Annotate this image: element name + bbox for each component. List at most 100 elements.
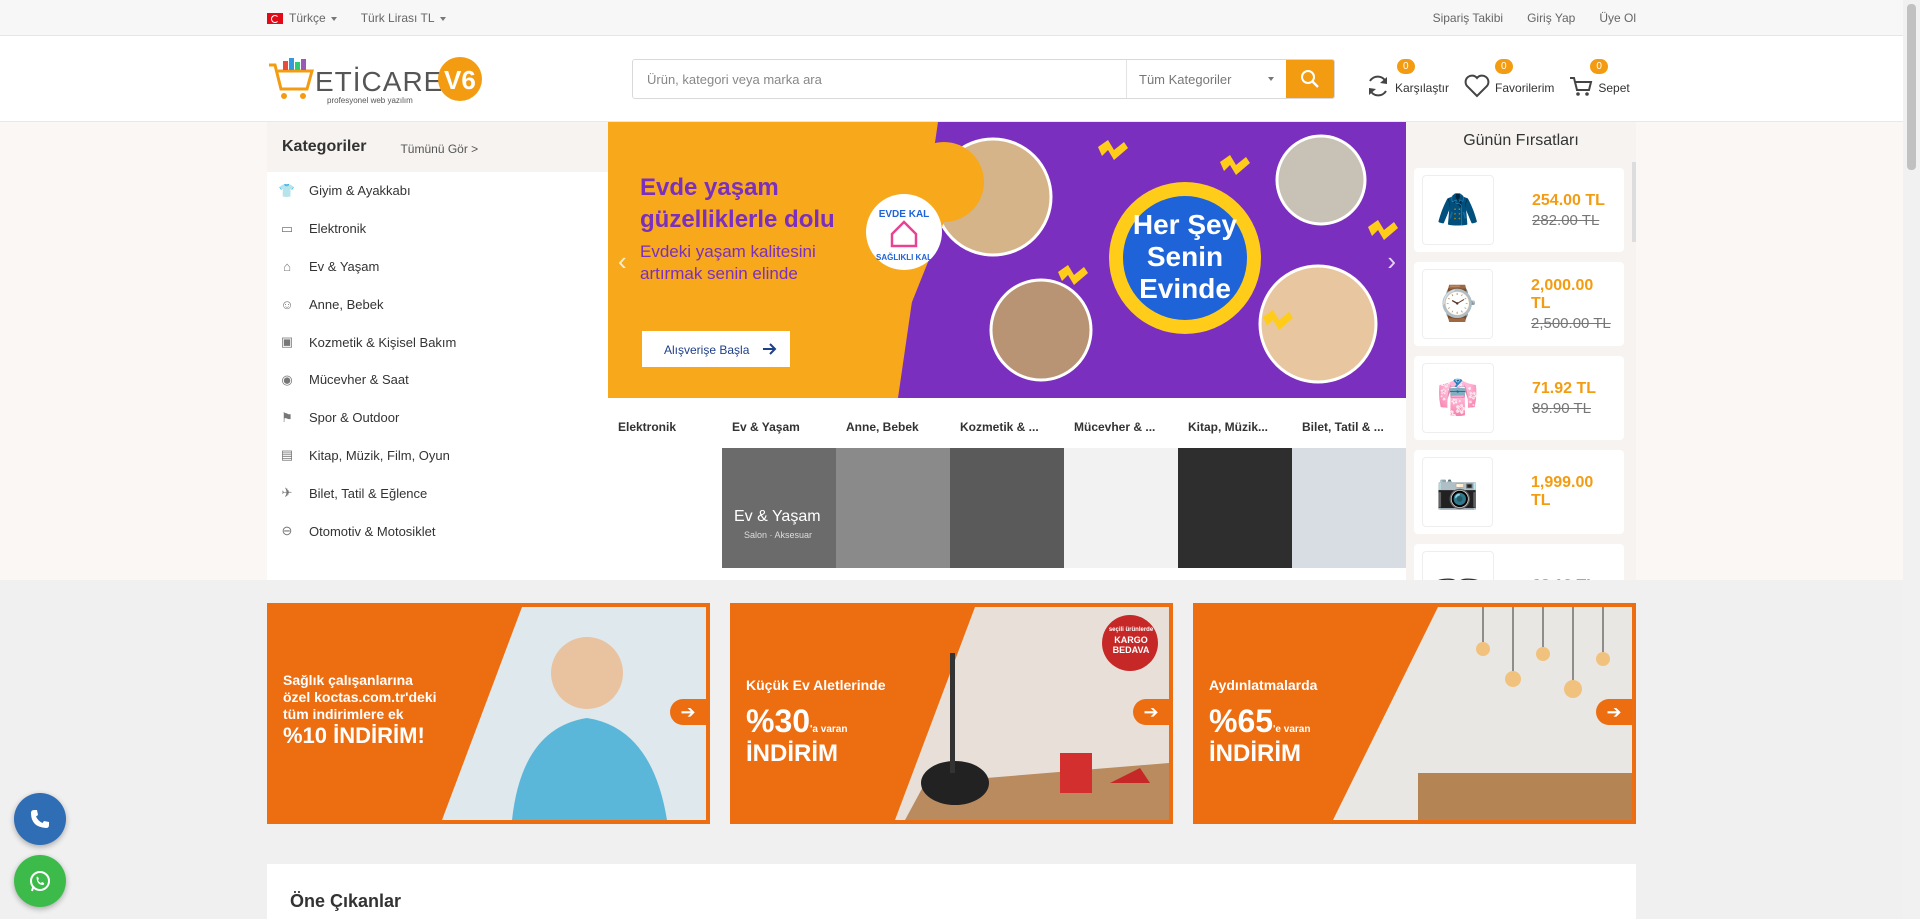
hero-slider[interactable]: Her Şey Senin Evinde EVDE KAL SAĞLIKLI K… bbox=[608, 122, 1406, 398]
subcategory-image: Ev & Yaşam Salon · Aksesuar bbox=[722, 448, 836, 568]
category-item-label: Spor & Outdoor bbox=[309, 410, 400, 426]
category-item[interactable]: ☺ Anne, Bebek bbox=[267, 285, 608, 323]
deal-old-price: 2,500.00 TL bbox=[1530, 314, 1611, 332]
compare-count-badge: 0 bbox=[1397, 59, 1415, 74]
category-item[interactable]: ✈ Bilet, Tatil & Eğlence bbox=[267, 474, 608, 512]
search-icon bbox=[1301, 70, 1319, 88]
category-item[interactable]: ▭ Elektronik bbox=[267, 210, 608, 248]
category-menu: Kategoriler Tümünü Gör > 👕 Giyim & Ayakka… bbox=[267, 122, 608, 580]
header: ETİCARET V6 profesyonel web yazılım Tüm … bbox=[0, 36, 1920, 122]
promo-banner-health[interactable]: Sağlık çalışanlarına özel koctas.com.tr'… bbox=[267, 603, 710, 824]
top-bar: Türkçe Türk Lirası TL Sipariş Takibi Gir… bbox=[0, 0, 1920, 36]
slider-next-button[interactable]: › bbox=[1387, 246, 1396, 277]
svg-text:V6: V6 bbox=[444, 65, 476, 95]
svg-text:artırmak senin elinde: artırmak senin elinde bbox=[640, 264, 798, 283]
gift-icon: ▣ bbox=[280, 334, 294, 350]
subcategory-label: Anne, Bebek bbox=[846, 420, 919, 434]
subcategory-image bbox=[1064, 448, 1178, 568]
daily-deals: Günün Fırsatları 🧥 254.00 TL 282.00 TL ⌚ 2,0… bbox=[1406, 122, 1636, 580]
clothing-icon: 👕 bbox=[278, 182, 296, 198]
register-link[interactable]: Üye Ol bbox=[1599, 11, 1636, 25]
baby-icon: ☺ bbox=[280, 296, 294, 312]
subcategory-card[interactable]: Mücevher & ... bbox=[1064, 398, 1178, 580]
search-input[interactable] bbox=[633, 60, 1126, 98]
compare-button[interactable]: Karşılaştır 0 bbox=[1365, 59, 1449, 99]
whatsapp-button[interactable] bbox=[14, 855, 66, 907]
subcategory-overlay-subtext: Salon · Aksesuar bbox=[744, 530, 813, 540]
subcategory-card[interactable]: Ev & Yaşam Ev & Yaşam Salon · Aksesuar bbox=[722, 398, 836, 580]
arrow-right-icon[interactable]: ➔ bbox=[670, 699, 706, 725]
promo-banner-lighting[interactable]: Aydınlatmalarda %65'e varan İNDİRİM ➔ bbox=[1193, 603, 1636, 824]
category-item[interactable]: ▣ Kozmetik & Kişisel Bakım bbox=[267, 323, 608, 361]
arrow-right-icon[interactable]: ➔ bbox=[1133, 699, 1169, 725]
see-all-link[interactable]: Tümünü Gör > bbox=[400, 142, 478, 156]
chevron-down-icon bbox=[439, 16, 446, 21]
book-icon: ▤ bbox=[280, 447, 294, 463]
svg-text:güzelliklerle dolu: güzelliklerle dolu bbox=[640, 206, 835, 233]
login-link[interactable]: Giriş Yap bbox=[1527, 11, 1575, 25]
cart-icon bbox=[1570, 77, 1593, 96]
svg-text:EVDE KAL: EVDE KAL bbox=[879, 209, 930, 220]
cart-count-badge: 0 bbox=[1590, 59, 1608, 74]
daily-deals-title: Günün Fırsatları bbox=[1463, 132, 1579, 149]
subcategory-card[interactable]: Anne, Bebek bbox=[836, 398, 950, 580]
category-item[interactable]: ◉ Mücevher & Saat bbox=[267, 361, 608, 399]
category-item-label: Ev & Yaşam bbox=[309, 258, 380, 274]
category-item[interactable]: ▤ Kitap, Müzik, Film, Oyun bbox=[267, 437, 608, 475]
category-item-label: Otomotiv & Motosiklet bbox=[309, 523, 436, 539]
search-bar: Tüm Kategoriler bbox=[632, 59, 1335, 99]
category-item[interactable]: 👕 Giyim & Ayakkabı bbox=[267, 172, 608, 210]
subcategory-image bbox=[1292, 448, 1406, 568]
category-item[interactable]: ⌂ Ev & Yaşam bbox=[267, 248, 608, 286]
watch-icon: ⌚ bbox=[1422, 269, 1493, 339]
category-item-label: Bilet, Tatil & Eğlence bbox=[309, 485, 428, 501]
slider-prev-button[interactable]: ‹ bbox=[618, 246, 627, 277]
arrow-right-icon[interactable]: ➔ bbox=[1596, 699, 1632, 725]
deal-item[interactable]: 🧥 254.00 TL 282.00 TL bbox=[1414, 168, 1624, 252]
deal-price: 62.10 TL bbox=[1532, 577, 1596, 580]
subcategory-label: Bilet, Tatil & ... bbox=[1302, 420, 1384, 434]
search-button[interactable] bbox=[1286, 60, 1334, 98]
subcategory-label: Elektronik bbox=[618, 420, 677, 434]
currency-selector[interactable]: Türk Lirası TL bbox=[361, 11, 446, 25]
deal-item[interactable]: ⌚ 2,000.00 TL 2,500.00 TL bbox=[1414, 262, 1624, 346]
deals-scrollbar[interactable] bbox=[1632, 162, 1636, 242]
deal-price: 254.00 TL bbox=[1532, 191, 1605, 209]
phone-button[interactable] bbox=[14, 793, 66, 845]
language-selector[interactable]: Türkçe bbox=[267, 11, 337, 25]
page-scrollbar[interactable] bbox=[1903, 0, 1920, 919]
subcategory-image bbox=[950, 448, 1064, 568]
cart-button[interactable]: Sepet 0 bbox=[1568, 59, 1630, 99]
scrollbar-thumb[interactable] bbox=[1907, 4, 1916, 170]
chevron-down-icon bbox=[330, 16, 337, 21]
chevron-down-icon bbox=[1268, 77, 1274, 81]
deal-old-price: 89.90 TL bbox=[1532, 399, 1591, 417]
promo-banner-appliances[interactable]: seçili ürünlerde KARGO BEDAVA Küçük Ev A… bbox=[730, 603, 1173, 824]
svg-text:Her Şey: Her Şey bbox=[1133, 209, 1238, 240]
subcategory-strip: Elektronik Ev & Yaşam Ev & Yaşam Salon · Ak… bbox=[608, 398, 1406, 580]
cart-logo-icon bbox=[269, 58, 314, 99]
whatsapp-icon bbox=[30, 871, 50, 892]
category-item-label: Giyim & Ayakkabı bbox=[309, 183, 411, 199]
car-icon: ⊖ bbox=[281, 523, 293, 539]
category-item[interactable]: ⚑ Spor & Outdoor bbox=[267, 399, 608, 437]
deal-old-price: 282.00 TL bbox=[1532, 211, 1600, 229]
category-item[interactable]: ⊖ Otomotiv & Motosiklet bbox=[267, 512, 608, 550]
subcategory-card[interactable]: Bilet, Tatil & ... bbox=[1292, 398, 1406, 580]
order-tracking-link[interactable]: Sipariş Takibi bbox=[1433, 11, 1503, 25]
deal-item[interactable]: 👘 71.92 TL 89.90 TL bbox=[1414, 356, 1624, 440]
category-item-label: Anne, Bebek bbox=[309, 296, 384, 312]
sunglasses-icon: 🕶 bbox=[1422, 551, 1494, 580]
heart-icon bbox=[1464, 74, 1490, 98]
favorites-button[interactable]: Favorilerim 0 bbox=[1463, 59, 1554, 99]
subcategory-card[interactable]: Kozmetik & ... bbox=[950, 398, 1064, 580]
subcategory-card[interactable]: Kitap, Müzik... bbox=[1178, 398, 1292, 580]
refresh-icon bbox=[1369, 75, 1387, 97]
category-select[interactable]: Tüm Kategoriler bbox=[1126, 60, 1286, 98]
subcategory-card[interactable]: Elektronik bbox=[608, 398, 722, 580]
deal-item[interactable]: 📷 1,999.00 TL bbox=[1414, 450, 1624, 534]
deal-price: 1,999.00 TL bbox=[1530, 474, 1594, 509]
category-item-label: Kozmetik & Kişisel Bakım bbox=[309, 334, 457, 350]
deal-item[interactable]: 🕶 62.10 TL bbox=[1414, 544, 1624, 580]
logo[interactable]: ETİCARET V6 profesyonel web yazılım bbox=[267, 53, 483, 105]
